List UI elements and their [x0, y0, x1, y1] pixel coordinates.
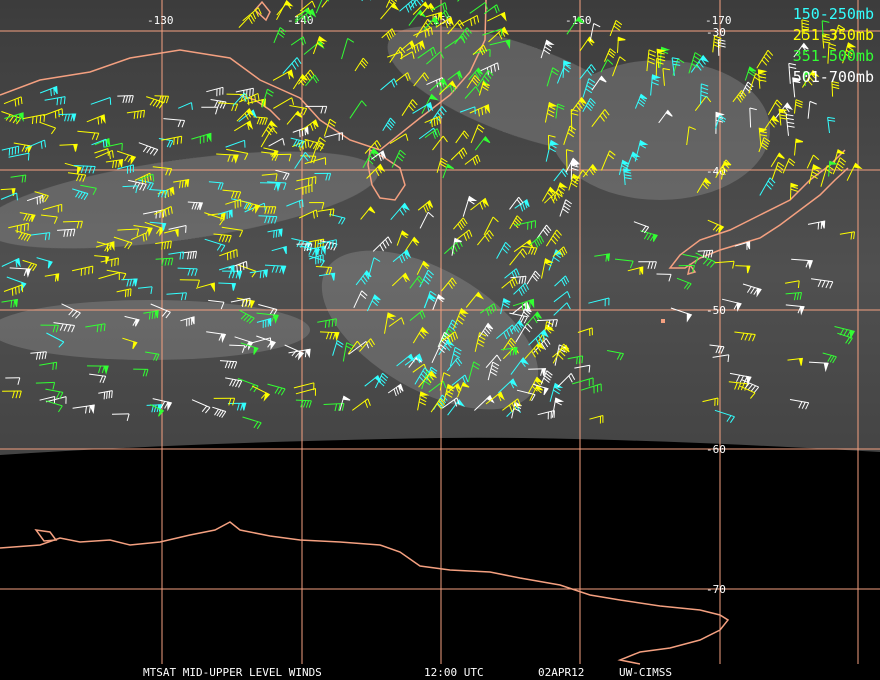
- map-viewer: -130 -140 -150 -160 -170 -30 -40 -50 -60…: [0, 0, 880, 680]
- water-vapor-map: -130 -140 -150 -160 -170 -30 -40 -50 -60…: [0, 0, 880, 665]
- legend-item-251-350mb: 251-350mb: [792, 26, 874, 44]
- footer: MTSAT MID-UPPER LEVEL WINDS 12:00 UTC 02…: [0, 664, 880, 680]
- source-label: UW-CIMSS: [619, 666, 672, 679]
- legend: 150-250mb 251-350mb 351-500mb 501-700mb: [754, 4, 874, 88]
- latitude-label: -50: [706, 304, 726, 317]
- latitude-label: -70: [706, 583, 726, 596]
- date-label: 02APR12: [538, 666, 585, 679]
- legend-item-351-500mb: 351-500mb: [792, 47, 874, 65]
- latitude-label: -30: [706, 26, 726, 39]
- longitude-label: -130: [147, 14, 174, 27]
- legend-item-150-250mb: 150-250mb: [792, 5, 874, 23]
- latitude-label: -60: [706, 443, 726, 456]
- product-title: MTSAT MID-UPPER LEVEL WINDS: [143, 666, 322, 679]
- legend-item-501-700mb: 501-700mb: [792, 68, 874, 86]
- time-label: 12:00 UTC: [424, 666, 484, 679]
